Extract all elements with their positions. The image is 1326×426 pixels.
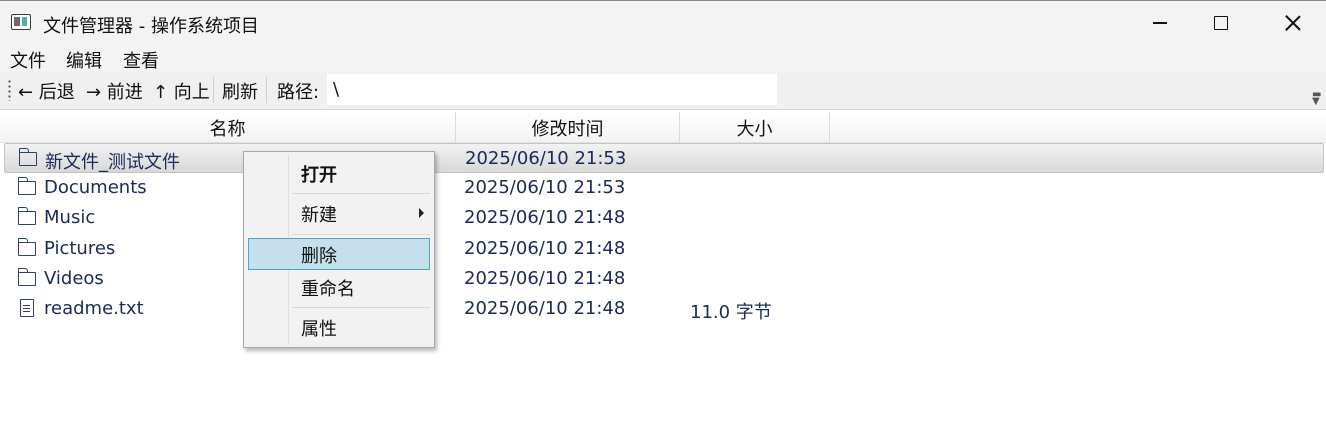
context-menu-rename[interactable]: 重命名 — [248, 271, 430, 303]
file-name: Pictures — [44, 238, 116, 259]
submenu-arrow-icon — [419, 208, 424, 218]
close-button[interactable] — [1262, 1, 1324, 45]
file-modified: 2025/06/10 21:48 — [464, 298, 626, 319]
window-title: 文件管理器 - 操作系统项目 — [43, 16, 259, 37]
menu-view[interactable]: 查看 — [123, 47, 159, 73]
context-menu-separator — [292, 193, 430, 194]
file-row[interactable]: readme.txt 2025/06/10 21:48 11.0 字节 — [4, 294, 1324, 324]
menu-edit[interactable]: 编辑 — [66, 47, 102, 73]
context-menu-label: 新建 — [301, 205, 337, 226]
toolbar-separator — [266, 77, 267, 103]
maximize-button[interactable] — [1190, 1, 1252, 45]
header-name[interactable]: 名称 — [0, 112, 456, 143]
minimize-button[interactable] — [1129, 1, 1191, 45]
app-icon — [11, 14, 31, 30]
file-name: readme.txt — [44, 298, 144, 319]
folder-icon — [17, 177, 36, 195]
column-header: 名称 修改时间 大小 — [0, 112, 1326, 143]
toolbar-overflow-icon[interactable]: ▬ ▼ — [1312, 90, 1321, 107]
file-modified: 2025/06/10 21:53 — [464, 177, 626, 198]
file-row[interactable]: Pictures 2025/06/10 21:48 — [4, 234, 1324, 264]
file-row[interactable]: Music 2025/06/10 21:48 — [4, 203, 1324, 233]
back-button[interactable]: ← 后退 — [18, 78, 75, 104]
folder-icon — [18, 148, 37, 166]
context-menu-label: 打开 — [301, 165, 337, 186]
folder-icon — [17, 268, 36, 286]
context-menu: 打开 新建 删除 重命名 属性 — [243, 151, 435, 348]
file-row[interactable]: 新文件_测试文件 2025/06/10 21:53 — [4, 143, 1324, 173]
header-modified[interactable]: 修改时间 — [456, 112, 680, 143]
toolbar: ← 后退 → 前进 ↑ 向上 刷新 路径: ▬▼ — [0, 71, 1326, 110]
minimize-icon — [1153, 22, 1167, 24]
title-bar: 文件管理器 - 操作系统项目 — [0, 0, 1326, 44]
file-modified: 2025/06/10 21:48 — [464, 238, 626, 259]
context-menu-label: 属性 — [301, 319, 337, 340]
file-modified: 2025/06/10 21:48 — [464, 268, 626, 289]
file-name: Videos — [44, 268, 104, 289]
file-name: Documents — [44, 177, 147, 198]
forward-button[interactable]: → 前进 — [86, 78, 143, 104]
refresh-button[interactable]: 刷新 — [222, 78, 258, 104]
menu-file[interactable]: 文件 — [10, 47, 46, 73]
file-row[interactable]: Documents 2025/06/10 21:53 — [4, 173, 1324, 203]
context-menu-label: 删除 — [301, 246, 337, 267]
context-menu-properties[interactable]: 属性 — [248, 311, 430, 343]
file-modified: 2025/06/10 21:48 — [464, 207, 626, 228]
file-row[interactable]: Videos 2025/06/10 21:48 — [4, 264, 1324, 294]
text-file-icon — [20, 299, 34, 317]
path-input[interactable] — [327, 74, 777, 105]
up-button[interactable]: ↑ 向上 — [153, 78, 210, 104]
file-name: 新文件_测试文件 — [45, 152, 180, 173]
context-menu-new[interactable]: 新建 — [248, 197, 430, 229]
context-menu-separator — [292, 307, 430, 308]
menu-bar: 文件 编辑 查看 — [0, 44, 1326, 73]
toolbar-grip-handle[interactable] — [8, 79, 11, 101]
toolbar-separator — [213, 77, 214, 103]
header-size[interactable]: 大小 — [680, 112, 830, 143]
maximize-icon — [1214, 16, 1228, 30]
folder-icon — [17, 207, 36, 225]
file-name: Music — [44, 207, 96, 228]
context-menu-delete[interactable]: 删除 — [248, 238, 430, 270]
folder-icon — [17, 238, 36, 256]
context-menu-label: 重命名 — [301, 279, 355, 300]
close-icon — [1285, 15, 1301, 31]
context-menu-open[interactable]: 打开 — [248, 157, 430, 189]
context-menu-separator — [292, 234, 430, 235]
file-modified: 2025/06/10 21:53 — [465, 148, 627, 169]
path-label: 路径: — [277, 82, 320, 103]
file-size: 11.0 字节 — [690, 302, 772, 323]
